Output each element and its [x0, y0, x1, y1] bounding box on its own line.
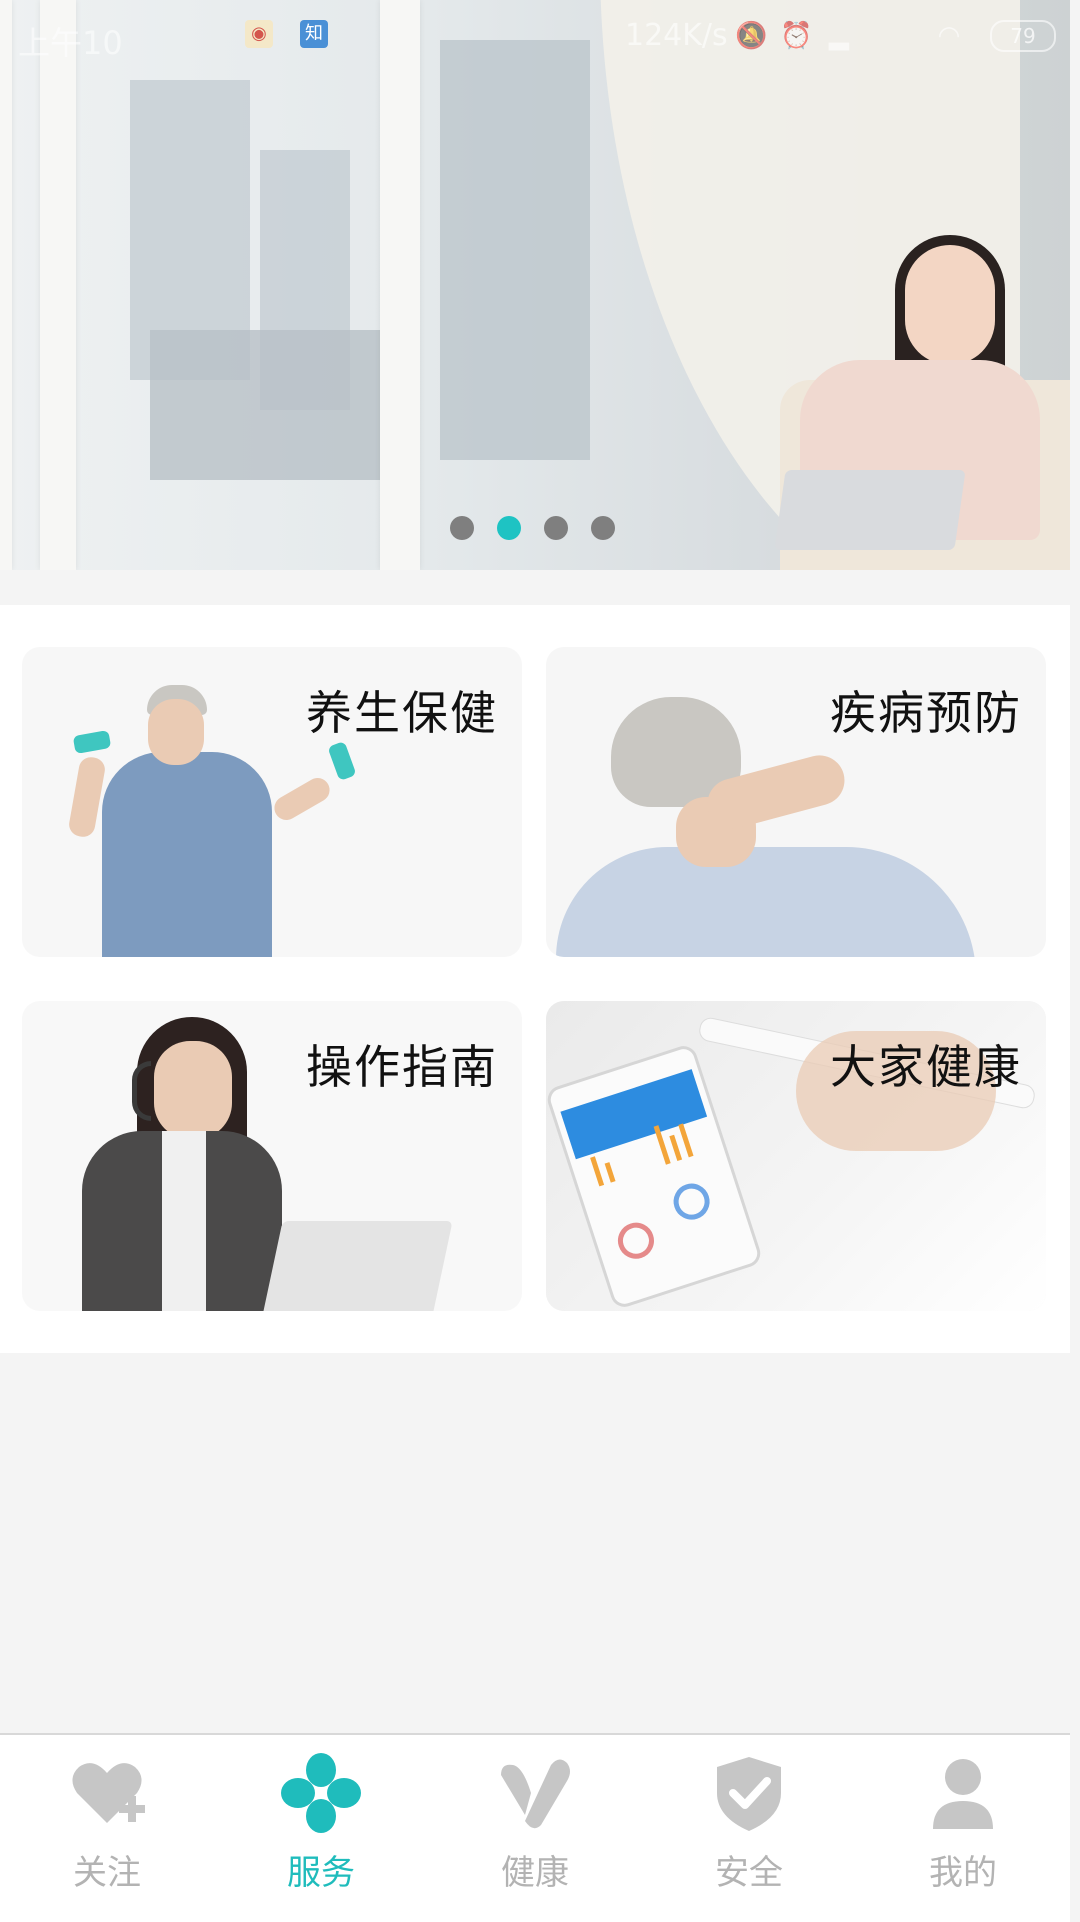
mute-icon: 🔕 [735, 21, 768, 51]
bottom-navigation: 关注 服务 健康 安全 我的 [0, 1733, 1070, 1922]
nav-health[interactable]: 健康 [428, 1735, 642, 1922]
headset-icon [132, 1061, 151, 1121]
shield-check-icon [717, 1757, 781, 1831]
zhihu-icon: 知 [300, 20, 328, 48]
tile-disease-prevention[interactable]: 疾病预防 [546, 647, 1046, 957]
carousel-dot[interactable] [544, 516, 568, 540]
nav-label: 健康 [501, 1853, 569, 1893]
banner-carousel[interactable]: 上午10 ◉ 知 124K/s 🔕 ⏰ ▂ ◠ 79 [0, 0, 1070, 570]
tile-label: 疾病预防 [830, 686, 1022, 740]
nav-safety[interactable]: 安全 [642, 1735, 856, 1922]
network-speed: 124K/s [625, 18, 728, 53]
nav-label: 我的 [929, 1853, 997, 1893]
man-arm [67, 755, 107, 839]
dumbbell [327, 741, 357, 781]
building [440, 40, 590, 460]
heart-plus-icon [72, 1763, 145, 1823]
clover-icon [281, 1753, 361, 1833]
nav-service[interactable]: 服务 [214, 1735, 428, 1922]
chart-bar [678, 1123, 694, 1158]
chart-bar [604, 1162, 616, 1183]
woman-shirt [162, 1131, 206, 1311]
man-shoulder [556, 847, 976, 957]
weibo-icon: ◉ [245, 20, 273, 48]
donut-chart [668, 1178, 715, 1225]
nav-follow[interactable]: 关注 [0, 1735, 214, 1922]
donut-chart [613, 1218, 659, 1264]
alarm-icon: ⏰ [780, 21, 813, 51]
wifi-icon: ◠ [937, 21, 961, 51]
signal-icon: ▂ [829, 21, 849, 51]
window-frame [380, 0, 420, 570]
laptop [261, 1221, 453, 1311]
dumbbell [72, 730, 112, 754]
laptop [774, 470, 966, 550]
chart-bar [669, 1134, 683, 1162]
man-shirt [102, 752, 272, 957]
check-icon [501, 1759, 570, 1829]
nav-label: 服务 [287, 1853, 355, 1893]
user-icon [933, 1759, 993, 1829]
man-arm [270, 773, 334, 825]
tile-label: 操作指南 [306, 1040, 498, 1094]
woman-face [905, 245, 995, 365]
window-frame [0, 0, 12, 570]
tile-label: 大家健康 [830, 1040, 1022, 1094]
tile-label: 养生保健 [306, 686, 498, 740]
service-grid: 养生保健 疾病预防 操作指南 大家健康 [0, 605, 1070, 1353]
building [150, 330, 410, 480]
carousel-dot[interactable] [450, 516, 474, 540]
carousel-dot[interactable] [591, 516, 615, 540]
tile-everyone-health[interactable]: 大家健康 [546, 1001, 1046, 1311]
window-frame [40, 0, 76, 570]
tile-operation-guide[interactable]: 操作指南 [22, 1001, 522, 1311]
status-time: 上午10 [18, 24, 123, 62]
battery-indicator: 79 [990, 20, 1056, 52]
nav-label: 安全 [715, 1853, 783, 1893]
man-face [148, 699, 204, 765]
woman-face [154, 1041, 232, 1139]
carousel-dot-active[interactable] [497, 516, 521, 540]
chart-bar [590, 1156, 605, 1187]
status-bar: 上午10 ◉ 知 124K/s 🔕 ⏰ ▂ ◠ 79 [0, 0, 1070, 70]
nav-mine[interactable]: 我的 [856, 1735, 1070, 1922]
nav-label: 关注 [73, 1853, 141, 1893]
tile-health-care[interactable]: 养生保健 [22, 647, 522, 957]
